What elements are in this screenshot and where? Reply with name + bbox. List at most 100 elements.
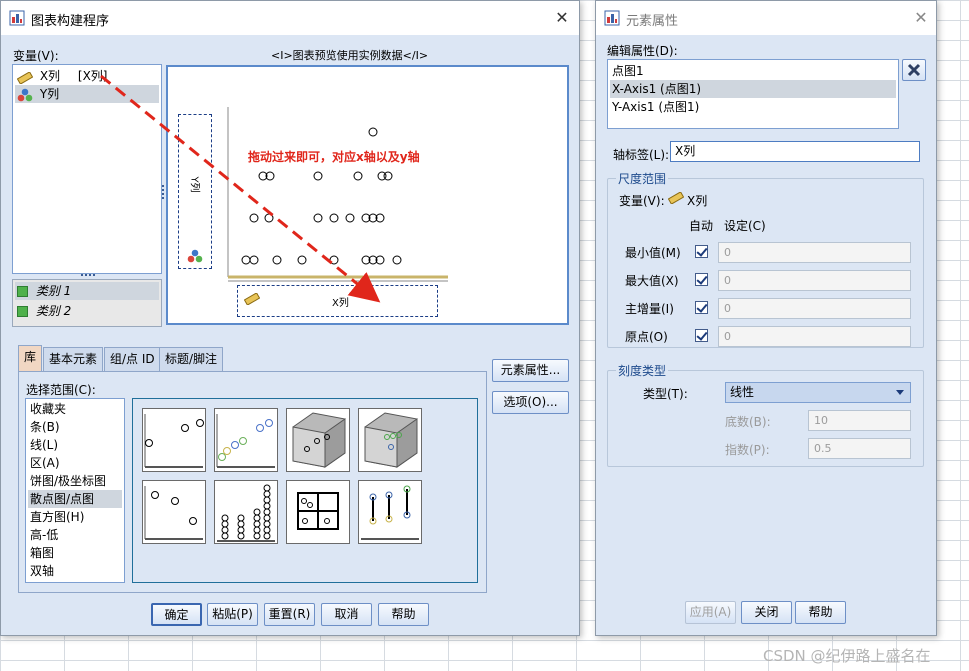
edit-properties-label: 编辑属性(D):	[607, 44, 678, 58]
dot-thumbnail-point	[263, 532, 271, 540]
property-item-dot1[interactable]: 点图1	[610, 62, 896, 80]
properties-help-button[interactable]: 帮助	[795, 601, 846, 624]
element-properties-button[interactable]: 元素属性...	[492, 359, 569, 382]
apply-button[interactable]: 应用(A)	[685, 601, 736, 624]
scale-row-label: 最大值(X)	[625, 274, 679, 288]
delete-x-icon	[907, 63, 921, 77]
dot-thumbnail-point	[263, 502, 271, 510]
scale-row-auto-checkbox[interactable]	[695, 273, 708, 286]
scale-type-label: 类型(T):	[643, 387, 688, 401]
chart-preview-canvas[interactable]: Y列 X列 拖动过来即可，对应x轴以及y轴	[166, 65, 569, 325]
scale-row-label: 主增量(I)	[625, 302, 674, 316]
variable-item-x[interactable]: X列 [X列]	[15, 67, 159, 85]
gallery-tabs: 库 基本元素 组/点 ID 标题/脚注	[18, 345, 488, 371]
ok-button[interactable]: 确定	[151, 603, 202, 626]
gallery-simple-dot[interactable]	[214, 480, 278, 544]
chart-type-item[interactable]: 线(L)	[28, 436, 122, 454]
close-button[interactable]: 关闭	[741, 601, 792, 624]
grouped-scatter-thumbnail	[216, 414, 275, 468]
dot-thumbnail-point	[237, 526, 245, 534]
axis-label-label: 轴标签(L):	[613, 148, 670, 162]
chart-builder-title: 图表构建程序	[31, 14, 110, 29]
chart-type-item[interactable]: 区(A)	[28, 454, 122, 472]
category-grid-icon	[17, 286, 28, 297]
tab-gallery[interactable]: 库	[18, 345, 43, 371]
chart-type-item[interactable]: 双轴	[28, 562, 122, 580]
splitter-grip-vertical[interactable]	[162, 185, 165, 199]
element-properties-titlebar[interactable]: 元素属性 ✕	[596, 1, 936, 35]
gallery-grouped-scatter[interactable]	[214, 408, 278, 472]
scatter-point	[313, 213, 323, 223]
variable-name-x: X列	[39, 69, 61, 83]
dot-thumbnail-point	[263, 526, 271, 534]
paste-button[interactable]: 粘贴(P)	[207, 603, 258, 626]
scale-row-value-input[interactable]: 0	[718, 270, 911, 291]
scale-row-value-input[interactable]: 0	[718, 298, 911, 319]
category-item-2[interactable]: 类别 2	[15, 302, 159, 320]
gallery-simple-3d-scatter[interactable]	[286, 408, 350, 472]
category-item-1[interactable]: 类别 1	[15, 282, 159, 300]
custom-header: 设定(C)	[724, 219, 766, 233]
chart-gallery	[132, 398, 478, 583]
dot-thumbnail-point	[253, 520, 261, 528]
x-axis-drop-zone[interactable]: X列	[237, 285, 438, 317]
chart-type-item[interactable]: 饼图/极坐标图	[28, 472, 122, 490]
categories-list[interactable]: 类别 1 类别 2	[12, 279, 162, 327]
help-button[interactable]: 帮助	[378, 603, 429, 626]
reset-button[interactable]: 重置(R)	[264, 603, 315, 626]
tab-group-point-id[interactable]: 组/点 ID	[104, 347, 161, 371]
gallery-panel: 选择范围(C): 收藏夹 条(B) 线(L) 区(A) 饼图/极坐标图 散点图/点图 直方图…	[18, 371, 487, 593]
scatter-point	[249, 255, 259, 265]
scale-type-select[interactable]: 线性	[725, 382, 911, 403]
chart-type-item[interactable]: 散点图/点图	[28, 490, 122, 508]
tab-basic-elements[interactable]: 基本元素	[43, 347, 104, 371]
scale-row-value-input[interactable]: 0	[718, 326, 911, 347]
chart-builder-titlebar[interactable]: 图表构建程序 ✕	[1, 1, 579, 35]
scale-variable-value: X列	[687, 194, 708, 208]
property-item-y-axis[interactable]: Y-Axis1 (点图1)	[610, 98, 896, 116]
variable-item-y[interactable]: Y列	[15, 85, 159, 103]
chart-type-item[interactable]: 收藏夹	[28, 400, 122, 418]
tab-titles-footnotes[interactable]: 标题/脚注	[159, 347, 224, 371]
gallery-scatterplot-matrix[interactable]	[286, 480, 350, 544]
simple-dot-thumbnail	[217, 484, 275, 542]
scatter-point	[264, 213, 274, 223]
gallery-drop-line[interactable]	[358, 480, 422, 544]
scatter-point	[353, 171, 363, 181]
axis-label-input[interactable]: X列	[670, 141, 920, 162]
element-properties-app-icon	[604, 10, 620, 26]
chart-type-item[interactable]: 条(B)	[28, 418, 122, 436]
choose-from-label: 选择范围(C):	[26, 383, 96, 397]
scatter-point	[383, 171, 393, 181]
scale-row-label: 最小值(M)	[625, 246, 681, 260]
scatter-point	[241, 255, 251, 265]
base-input[interactable]: 10	[808, 410, 911, 431]
chart-type-list[interactable]: 收藏夹 条(B) 线(L) 区(A) 饼图/极坐标图 散点图/点图 直方图(H) 高-低 箱图双…	[25, 398, 125, 583]
scale-row-auto-checkbox[interactable]	[695, 329, 708, 342]
scale-row-auto-checkbox[interactable]	[695, 301, 708, 314]
options-button[interactable]: 选项(O)...	[492, 391, 569, 414]
edit-properties-list[interactable]: 点图1 X-Axis1 (点图1) Y-Axis1 (点图1)	[607, 59, 899, 129]
y-axis-drop-zone[interactable]: Y列	[178, 114, 212, 269]
chart-type-item[interactable]: 直方图(H)	[28, 508, 122, 526]
exponent-input[interactable]: 0.5	[808, 438, 911, 459]
nominal-circles-icon	[17, 88, 33, 102]
scale-row-value-input[interactable]: 0	[718, 242, 911, 263]
simple-scatter-thumbnail	[144, 414, 204, 468]
gallery-grouped-3d-scatter[interactable]	[358, 408, 422, 472]
property-item-x-axis[interactable]: X-Axis1 (点图1)	[610, 80, 896, 98]
drag-instruction-annotation: 拖动过来即可，对应x轴以及y轴	[248, 150, 420, 164]
gallery-summary-point[interactable]	[142, 480, 206, 544]
chart-builder-close-icon[interactable]: ✕	[551, 7, 573, 29]
variables-list[interactable]: X列 [X列] Y列	[12, 64, 162, 274]
cancel-button[interactable]: 取消	[321, 603, 372, 626]
scale-type-title: 刻度类型	[616, 362, 669, 379]
scale-row-auto-checkbox[interactable]	[695, 245, 708, 258]
element-properties-close-icon[interactable]: ✕	[910, 7, 932, 29]
chart-type-item[interactable]: 箱图	[28, 544, 122, 562]
splitter-grip-horizontal[interactable]	[81, 274, 95, 277]
gallery-simple-scatter[interactable]	[142, 408, 206, 472]
chart-type-item[interactable]: 高-低	[28, 526, 122, 544]
element-properties-title: 元素属性	[626, 14, 679, 29]
delete-element-button[interactable]	[902, 59, 926, 81]
